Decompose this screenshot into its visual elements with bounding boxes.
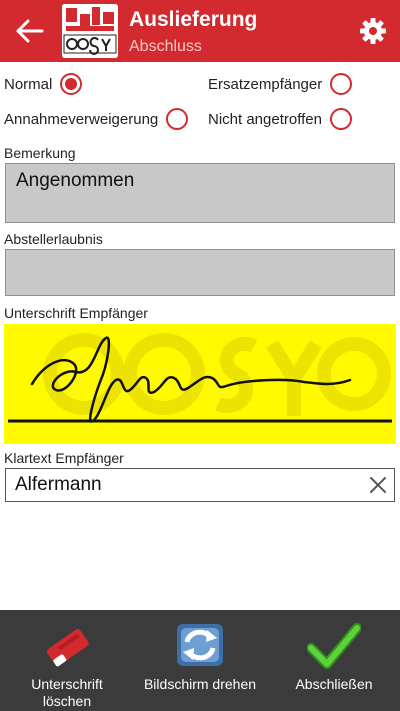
storage-permission-label: Abstellerlaubnis — [4, 231, 103, 247]
app-header: Auslieferung Abschluss — [0, 0, 400, 62]
signature-pad[interactable] — [4, 324, 396, 444]
radio-button-normal[interactable] — [60, 73, 83, 95]
radio-label-ersatzempfaenger: Ersatzempfänger — [208, 75, 323, 93]
delete-signature-label: Unterschrift löschen — [31, 676, 103, 709]
radio-option-nicht-angetroffen[interactable]: Nicht angetroffen — [208, 106, 352, 132]
remark-label: Bemerkung — [4, 145, 76, 161]
gear-icon[interactable] — [359, 17, 387, 45]
rotate-screen-label: Bildschirm drehen — [143, 676, 257, 692]
bottom-action-bar: Unterschrift löschen Bildschirm drehen A… — [0, 610, 400, 711]
signature-label: Unterschrift Empfänger — [4, 305, 148, 321]
rotate-screen-button[interactable]: Bildschirm drehen — [132, 610, 268, 711]
radio-label-normal: Normal — [4, 75, 53, 93]
page-subtitle: Abschluss — [129, 38, 202, 55]
eraser-icon — [46, 628, 89, 667]
page-title: Auslieferung — [129, 8, 258, 31]
signature-canvas — [8, 333, 392, 423]
cosys-watermark-icon — [43, 333, 391, 416]
app-screen: Auslieferung Abschluss Normal Ersatzempf… — [0, 0, 400, 711]
delete-signature-button[interactable]: Unterschrift löschen — [10, 610, 124, 711]
finish-button[interactable]: Abschließen — [280, 610, 388, 711]
remark-field[interactable]: Angenommen — [5, 163, 395, 223]
radio-label-nicht-angetroffen: Nicht angetroffen — [208, 110, 322, 128]
close-icon[interactable] — [368, 475, 388, 495]
radio-option-ersatzempfaenger[interactable]: Ersatzempfänger — [208, 71, 353, 97]
back-arrow-icon[interactable] — [14, 16, 46, 46]
radio-label-annahmeverweigerung: Annahmeverweigerung — [4, 110, 159, 128]
cosys-logo-icon — [62, 4, 118, 58]
rotate-icon — [177, 624, 223, 666]
storage-permission-field[interactable] — [5, 249, 395, 296]
checkmark-icon — [307, 623, 361, 669]
radio-button-ersatzempfaenger[interactable] — [330, 73, 353, 95]
recipient-name-label: Klartext Empfänger — [4, 450, 124, 466]
recipient-name-input[interactable]: Alfermann — [5, 468, 395, 502]
radio-option-annahmeverweigerung[interactable]: Annahmeverweigerung — [4, 106, 189, 132]
radio-option-normal[interactable]: Normal — [4, 71, 83, 97]
radio-button-annahmeverweigerung[interactable] — [166, 108, 189, 130]
radio-button-nicht-angetroffen[interactable] — [329, 108, 352, 130]
finish-label: Abschließen — [295, 676, 373, 692]
